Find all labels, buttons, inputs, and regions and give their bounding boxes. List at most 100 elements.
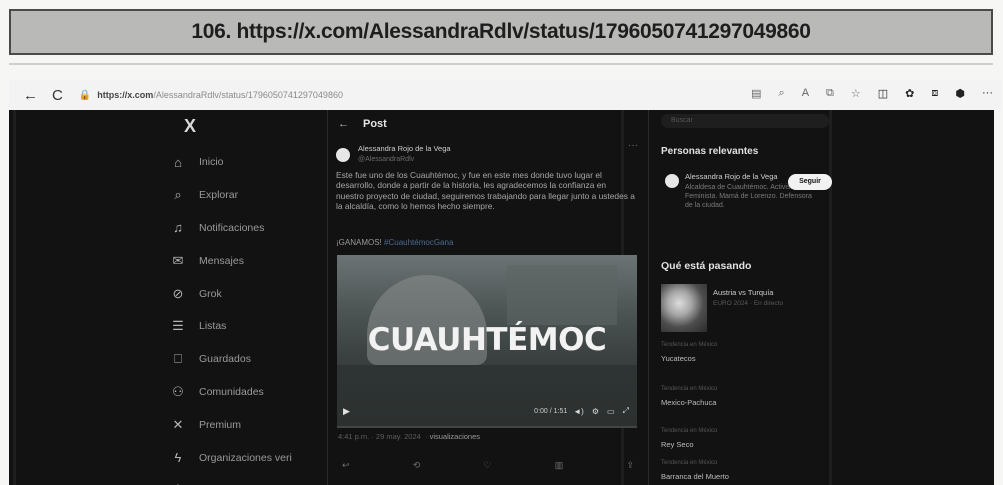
x-logo[interactable]: X [184,116,196,137]
read-aloud-icon[interactable]: A [802,87,809,100]
tag-label: ¡GANAMOS! [336,238,382,247]
post-column: ← Post Alessandra Rojo de la Vega @Aless… [327,110,649,485]
trend-context: Tendencia en México [661,460,718,466]
search-input[interactable]: Buscar [661,114,829,128]
video-still-building [507,265,617,325]
trend-item[interactable]: Yucatecos [661,354,696,363]
zoom-icon[interactable]: ⌕ [779,87,785,100]
video-time: 0:00 / 1:51 [534,407,568,415]
share-icon[interactable]: ⇪ [626,460,634,471]
trend-feature-title[interactable]: Austria vs Turquía [713,288,773,297]
address-bar[interactable]: 🔒 https://x.com/AlessandraRdlv/status/17… [79,90,343,101]
toolbar-icons: ▤ ⌕ A ⧉ ☆ ◫ ✿ ⧈ ⬢ ··· [751,87,993,100]
favorites-bar-icon[interactable]: ✿ [905,87,914,100]
sidebar-nav: ⌂ Inicio ⌕ Explorar ♫ Notificaciones ✉ Mensajes… [169,146,292,485]
trend-item[interactable]: Barranca del Muerto [661,472,729,481]
sidebar-item-label: Premium [199,418,242,431]
extensions-icon[interactable]: ⬢ [955,87,965,100]
trending-heading: Qué está pasando [661,260,752,272]
back-arrow-icon[interactable]: ← [338,118,349,130]
post-author[interactable]: Alessandra Rojo de la Vega @AlessandraRd… [336,144,451,163]
back-button[interactable]: ← [23,87,38,104]
sidebar-item-organizaciones[interactable]: ϟ Organizaciones veri [169,441,292,474]
favorite-icon[interactable]: ☆ [851,87,861,100]
trend-item[interactable]: Mexico-Pachuca [661,398,716,407]
post-text: Este fue uno de los Cuauhtémoc, y fue en… [336,170,635,212]
reader-icon[interactable]: ▤ [751,87,761,100]
trend-feature-sub: EURO 2024 · En directo [713,300,784,307]
bell-icon: ♫ [173,220,183,236]
post-tags: ¡GANAMOS! #CuauhtémocGana [336,238,453,247]
avatar[interactable] [665,174,679,188]
sidebar-item-guardados[interactable]: ⎕ Guardados [169,343,292,376]
author-name[interactable]: Alessandra Rojo de la Vega [358,144,451,153]
sidebar-item-label: Notificaciones [199,221,265,234]
avatar[interactable] [336,148,350,162]
lock-icon: 🔒 [78,89,92,101]
trend-context: Tendencia en México [661,386,718,392]
post-header: ← Post [338,118,387,130]
split-icon[interactable]: ⧉ [826,87,834,100]
sidebar-item-explorar[interactable]: ⌕ Explorar [169,179,292,212]
reload-button[interactable]: C [52,87,63,104]
post-header-title: Post [363,118,387,130]
grok-icon: ⊘ [172,285,184,301]
pip-icon[interactable]: ▭ [607,407,615,416]
sidebar-item-label: Inicio [199,156,224,169]
more-options-icon[interactable]: ··· [628,140,638,151]
video-progress[interactable] [337,426,637,428]
post-actions: ↩ ⟲ ♡ ▥ ⇪ [342,460,634,471]
trend-context: Tendencia en México [661,428,718,434]
trend-context: Tendencia en México [661,342,718,348]
reply-icon[interactable]: ↩ [342,460,350,471]
author-handle[interactable]: @AlessandraRdlv [358,156,451,163]
like-icon[interactable]: ♡ [483,460,491,471]
page-caption-banner: 106. https://x.com/AlessandraRdlv/status… [9,9,993,55]
sidebar-item-mensajes[interactable]: ✉ Mensajes [169,244,292,277]
settings-icon[interactable]: ⚙ [592,407,599,416]
sidebar-item-comunidades[interactable]: ⚇ Comunidades [169,376,292,409]
divider [9,63,993,65]
mail-icon: ✉ [172,252,184,268]
search-icon: ⌕ [174,187,182,203]
sidebar-item-notificaciones[interactable]: ♫ Notificaciones [169,212,292,245]
bookmark-icon[interactable]: ▥ [555,460,564,471]
collections-icon[interactable]: ⧈ [931,87,938,100]
sidebar-item-label: Grok [199,287,222,300]
sidebar-item-label: Organizaciones veri [199,451,292,464]
volume-icon[interactable]: ◄) [573,407,584,416]
views-label: visualizaciones [429,432,481,441]
sidebar-item-inicio[interactable]: ⌂ Inicio [169,146,292,179]
post-timestamp[interactable]: 4:41 p.m. · 29 may. 2024 [338,432,421,441]
url-host: https://x.com [97,90,154,100]
list-icon: ☰ [172,318,184,334]
lightning-icon: ϟ [174,450,182,466]
hashtag-link[interactable]: #CuauhtémocGana [384,238,453,247]
video-controls: ▶ 0:00 / 1:51 ◄) ⚙ ▭ ⤢ [337,400,637,422]
more-icon[interactable]: ··· [982,87,993,100]
url-path: /AlessandraRdlv/status/17960507412970498… [153,90,343,100]
sidebar-item-perfil[interactable]: ♙Perfil [169,474,292,485]
sidebar-item-premium[interactable]: ✕ Premium [169,408,292,441]
follow-button[interactable]: Seguir [788,174,832,190]
trend-thumbnail[interactable] [661,284,707,332]
relevant-people-heading: Personas relevantes [661,146,759,157]
fullscreen-icon[interactable]: ⤢ [623,406,629,416]
play-icon[interactable]: ▶ [343,406,350,417]
sidebar-item-grok[interactable]: ⊘ Grok [169,277,292,310]
home-icon: ⌂ [174,154,182,170]
sidebar-item-label: Explorar [199,189,239,202]
trend-item[interactable]: Rey Seco [661,440,694,449]
video-caption: CUAUHTÉMOC [367,322,607,358]
repost-icon[interactable]: ⟲ [413,460,421,471]
communities-icon: ⚇ [172,383,184,399]
browser-toolbar: ← C 🔒 https://x.com/AlessandraRdlv/statu… [9,80,1001,110]
sidebar-item-label: Listas [199,320,227,333]
page-caption-text: 106. https://x.com/AlessandraRdlv/status… [191,20,811,43]
post-meta: 4:41 p.m. · 29 may. 2024 · visualizacion… [338,432,481,441]
sidebar-item-label: Mensajes [199,254,244,267]
sidebar-item-listas[interactable]: ☰ Listas [169,310,292,343]
bookmark-icon: ⎕ [174,351,182,367]
sidebar-item-label: Comunidades [199,385,264,398]
split-screen-icon[interactable]: ◫ [878,87,888,100]
